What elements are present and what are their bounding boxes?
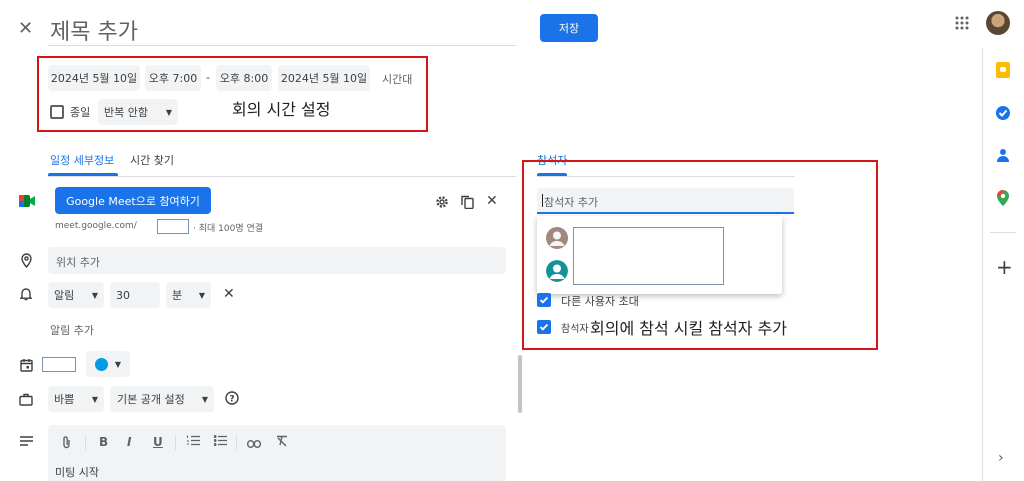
- event-color-dot: [94, 357, 108, 371]
- italic-icon[interactable]: I: [127, 435, 131, 449]
- annotation-time-setting: 회의 시간 설정: [232, 100, 331, 119]
- description-editor[interactable]: B I U 미팅 시작: [48, 425, 506, 481]
- notification-bell-icon: [18, 286, 34, 302]
- google-meet-icon: [18, 193, 36, 209]
- save-button[interactable]: 저장: [540, 14, 598, 42]
- notification-unit-label: 분: [172, 289, 183, 302]
- add-notification-link[interactable]: 알림 추가: [50, 322, 94, 338]
- location-input[interactable]: 위치 추가: [48, 247, 506, 274]
- location-pin-icon: [18, 252, 34, 268]
- dropdown-arrow-icon: ▼: [201, 394, 208, 404]
- dropdown-arrow-icon: ▼: [91, 290, 98, 300]
- toolbar-separator: [85, 435, 86, 450]
- busy-status-select[interactable]: 바쁨 ▼: [48, 386, 104, 412]
- dropdown-arrow-icon: ▼: [198, 290, 205, 300]
- clear-formatting-icon[interactable]: [276, 435, 288, 450]
- keep-icon[interactable]: [995, 62, 1011, 78]
- meet-link[interactable]: meet.google.com/: [55, 221, 137, 231]
- contacts-icon[interactable]: [995, 147, 1011, 163]
- notification-unit-select[interactable]: 분 ▼: [166, 282, 211, 308]
- tab-find-time[interactable]: 시간 찾기: [130, 152, 174, 168]
- expand-panel-icon[interactable]: ›: [998, 450, 1004, 466]
- link-icon[interactable]: [246, 437, 262, 451]
- account-avatar[interactable]: [986, 11, 1010, 35]
- description-text: 미팅 시작: [55, 466, 99, 479]
- bulleted-list-icon[interactable]: [213, 434, 227, 449]
- meet-link-redacted: [157, 219, 189, 234]
- visibility-select[interactable]: 기본 공개 설정 ▼: [110, 386, 214, 412]
- join-meet-button[interactable]: Google Meet으로 참여하기: [55, 187, 211, 214]
- meet-limit-text: · 최대 100명 연결: [193, 224, 264, 234]
- tasks-icon[interactable]: [995, 105, 1011, 121]
- calendar-select-redacted[interactable]: [42, 357, 76, 372]
- visibility-label: 기본 공개 설정: [117, 393, 185, 406]
- add-addon-icon[interactable]: +: [996, 255, 1013, 279]
- description-icon: [18, 433, 34, 449]
- numbered-list-icon[interactable]: [187, 435, 200, 449]
- annotation-box-time: [37, 56, 428, 132]
- tabs-divider: [48, 176, 516, 177]
- tab-event-details[interactable]: 일정 세부정보: [50, 152, 114, 168]
- underline-icon[interactable]: U: [153, 435, 163, 449]
- apps-grid-icon[interactable]: [953, 14, 971, 32]
- close-icon[interactable]: ✕: [18, 18, 33, 39]
- side-divider: [990, 232, 1016, 233]
- remove-notification-icon[interactable]: ✕: [223, 286, 235, 302]
- title-input[interactable]: 제목 추가: [48, 10, 516, 46]
- maps-icon[interactable]: [995, 190, 1011, 206]
- bold-icon[interactable]: B: [99, 435, 108, 449]
- notification-value-input[interactable]: 30: [110, 282, 160, 308]
- notification-type-label: 알림: [54, 289, 75, 302]
- busy-status-label: 바쁨: [54, 393, 75, 406]
- toolbar-separator: [236, 435, 237, 450]
- copy-icon[interactable]: [459, 194, 475, 210]
- save-label: 저장: [558, 22, 580, 35]
- notification-type-select[interactable]: 알림 ▼: [48, 282, 104, 308]
- title-placeholder: 제목 추가: [50, 20, 138, 45]
- location-placeholder: 위치 추가: [56, 256, 100, 269]
- meet-settings-gear-icon[interactable]: [434, 194, 450, 210]
- event-color-select[interactable]: ▼: [86, 351, 130, 377]
- join-meet-label: Google Meet으로 참여하기: [66, 194, 200, 208]
- annotation-guest-setting: 회의에 참석 시킬 참석자 추가: [590, 319, 787, 338]
- dropdown-arrow-icon: ▼: [114, 359, 122, 369]
- notification-value: 30: [116, 288, 130, 302]
- remove-meet-icon[interactable]: ✕: [486, 193, 498, 209]
- attachment-icon[interactable]: [62, 435, 71, 452]
- dropdown-arrow-icon: ▼: [91, 394, 98, 404]
- calendar-icon: [18, 357, 34, 373]
- briefcase-icon: [18, 391, 34, 407]
- left-pane-scrollbar[interactable]: [518, 355, 522, 413]
- svg-text:?: ?: [229, 394, 234, 404]
- help-icon[interactable]: ?: [224, 390, 240, 406]
- toolbar-separator: [175, 435, 176, 450]
